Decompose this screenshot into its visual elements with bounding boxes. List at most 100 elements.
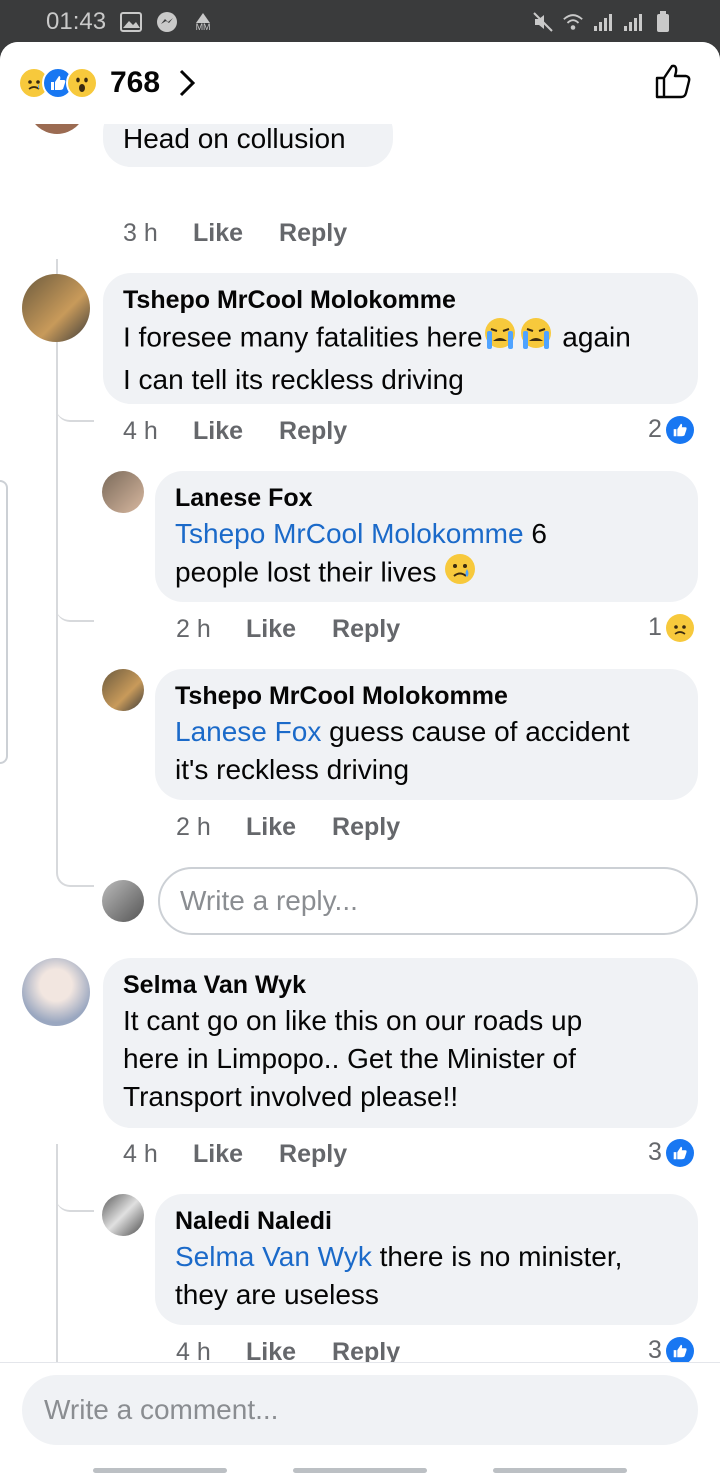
- thread-branch: [56, 394, 94, 422]
- thread-branch: [56, 594, 94, 622]
- like-button[interactable]: Like: [246, 813, 296, 842]
- mention-link[interactable]: Lanese Fox: [175, 716, 321, 747]
- chevron-right-icon[interactable]: [178, 68, 196, 98]
- reply-button[interactable]: Reply: [332, 615, 400, 644]
- reply-button[interactable]: Reply: [332, 1338, 400, 1362]
- like-button[interactable]: Like: [193, 417, 243, 446]
- wifi-icon: [562, 11, 584, 33]
- comment-input[interactable]: Write a comment...: [22, 1375, 698, 1445]
- comment-actions: 2 h Like Reply: [176, 615, 436, 644]
- avatar[interactable]: [28, 124, 86, 134]
- comment-author[interactable]: Selma Van Wyk: [123, 968, 678, 1002]
- comment-reactions[interactable]: 1: [648, 613, 694, 642]
- comment-composer: Write a comment...: [0, 1362, 720, 1480]
- comment-bubble: Naledi Naledi Selma Van Wyk there is no …: [155, 1194, 698, 1325]
- comment-text: I foresee many fatalities here again: [123, 317, 678, 361]
- crying-face-icon: [519, 317, 555, 361]
- battery-icon: [652, 11, 674, 33]
- comment-actions: 3 h Like Reply: [123, 219, 383, 248]
- status-time: 01:43: [46, 8, 107, 35]
- sad-tear-icon: [444, 553, 476, 595]
- comment-text: It cant go on like this on our roads up: [123, 1005, 583, 1036]
- reaction-count: 2: [648, 415, 662, 443]
- comment-reactions[interactable]: 2: [648, 415, 694, 444]
- thread-branch: [56, 1184, 94, 1212]
- comment-text: Selma Van Wyk there is no minister,: [175, 1241, 623, 1272]
- comment-time: 4 h: [176, 1338, 211, 1362]
- wow-icon: [66, 67, 98, 99]
- edge-panel-handle[interactable]: [0, 480, 8, 764]
- thread-branch: [56, 859, 94, 887]
- comment-text: people lost their lives: [175, 553, 678, 595]
- reactions-header: 768: [0, 42, 720, 124]
- like-icon: [665, 1138, 694, 1167]
- comment-bubble: Lanese Fox Tshepo MrCool Molokomme 6 peo…: [155, 471, 698, 602]
- comment-text: Transport involved please!!: [123, 1081, 459, 1112]
- comment-bubble: Tshepo MrCool Molokomme Lanese Fox guess…: [155, 669, 698, 800]
- comment-actions: 2 h Like Reply: [176, 813, 436, 842]
- comment-bubble: Selma Van Wyk It cant go on like this on…: [103, 958, 698, 1128]
- reply-button[interactable]: Reply: [279, 1140, 347, 1169]
- signal2-icon: [622, 11, 644, 33]
- comment-time: 3 h: [123, 219, 158, 247]
- comment-text: Lanese Fox guess cause of accident: [175, 716, 630, 747]
- nav-recents-button[interactable]: [93, 1467, 227, 1473]
- comment-actions: 4 h Like Reply: [123, 1140, 383, 1169]
- comment-text: it's reckless driving: [175, 754, 410, 785]
- reaction-count: 1: [648, 613, 662, 641]
- comment-reactions[interactable]: 3: [648, 1336, 694, 1362]
- nav-home-button[interactable]: [293, 1467, 427, 1473]
- comment-time: 2 h: [176, 615, 211, 643]
- network-icon: MM: [192, 11, 214, 33]
- comment-reactions[interactable]: 3: [648, 1138, 694, 1167]
- reaction-count: 3: [648, 1336, 662, 1362]
- like-outline-icon[interactable]: [654, 62, 692, 105]
- status-bar: 01:43 MM: [0, 0, 720, 44]
- comment-text: Head on collusion: [123, 124, 346, 154]
- reaction-summary[interactable]: [18, 67, 98, 99]
- like-button[interactable]: Like: [193, 219, 243, 248]
- mention-link[interactable]: Tshepo MrCool Molokomme: [175, 518, 524, 549]
- reaction-count[interactable]: 768: [110, 66, 160, 100]
- like-icon: [665, 415, 694, 444]
- comment-time: 4 h: [123, 417, 158, 445]
- system-nav-bar: [0, 1459, 720, 1480]
- comment-text: I can tell its reckless driving: [123, 364, 464, 395]
- signal-icon: [592, 11, 614, 33]
- reply-input[interactable]: Write a reply...: [158, 867, 698, 935]
- comment-author[interactable]: Tshepo MrCool Molokomme: [175, 679, 678, 713]
- avatar[interactable]: [102, 1194, 144, 1236]
- thread-line: [56, 1144, 58, 1362]
- comment-text: they are useless: [175, 1279, 379, 1310]
- comment-author[interactable]: Tshepo MrCool Molokomme: [123, 283, 678, 317]
- comments-feed: Head on collusion 3 h Like Reply Tshepo …: [0, 124, 720, 1362]
- nav-back-button[interactable]: [493, 1467, 627, 1473]
- comment-author[interactable]: Naledi Naledi: [175, 1204, 678, 1238]
- avatar[interactable]: [102, 471, 144, 513]
- comment-text: Tshepo MrCool Molokomme 6: [175, 518, 547, 549]
- comment-text: here in Limpopo.. Get the Minister of: [123, 1043, 576, 1074]
- avatar[interactable]: [22, 958, 90, 1026]
- like-button[interactable]: Like: [193, 1140, 243, 1169]
- comment-actions: 4 h Like Reply: [176, 1338, 436, 1362]
- gallery-icon: [120, 11, 143, 33]
- avatar[interactable]: [102, 669, 144, 711]
- reaction-count: 3: [648, 1138, 662, 1166]
- comment-time: 4 h: [123, 1140, 158, 1168]
- reply-button[interactable]: Reply: [279, 219, 347, 248]
- avatar[interactable]: [22, 274, 90, 342]
- comment-author[interactable]: Lanese Fox: [175, 481, 678, 515]
- avatar: [102, 880, 144, 922]
- thread-line: [56, 259, 58, 859]
- messenger-icon: [156, 11, 178, 33]
- comment-bubble: Head on collusion: [103, 124, 393, 167]
- mention-link[interactable]: Selma Van Wyk: [175, 1241, 372, 1272]
- crying-face-icon: [483, 317, 519, 361]
- reply-button[interactable]: Reply: [332, 813, 400, 842]
- like-button[interactable]: Like: [246, 1338, 296, 1362]
- like-button[interactable]: Like: [246, 615, 296, 644]
- reply-button[interactable]: Reply: [279, 417, 347, 446]
- like-icon: [665, 1336, 694, 1362]
- comment-bubble: Tshepo MrCool Molokomme I foresee many f…: [103, 273, 698, 404]
- comment-actions: 4 h Like Reply: [123, 417, 383, 446]
